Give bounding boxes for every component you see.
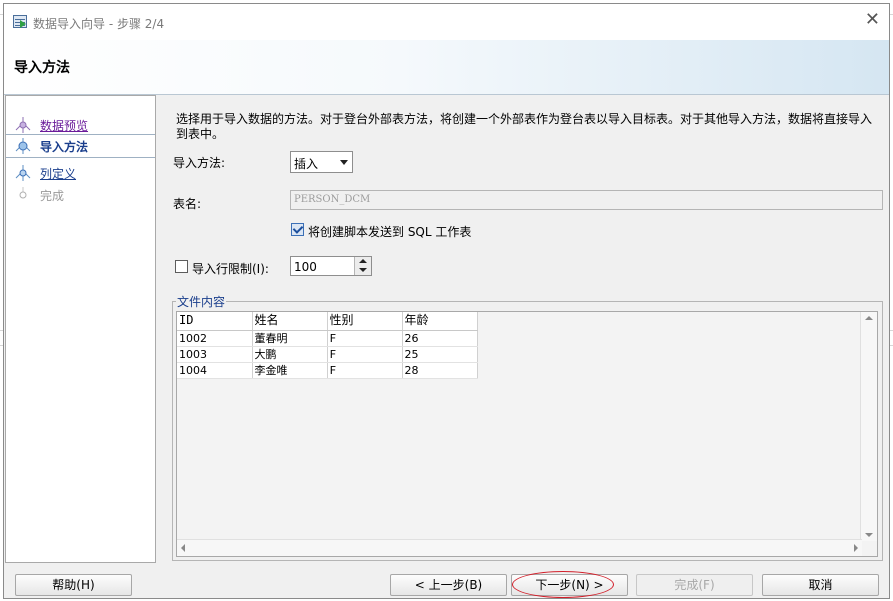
file-content-table[interactable]: ID 姓名 性别 年龄 1002 董春明 F 26 1003 大鹏 F 25 1… (176, 311, 878, 557)
table-cell: 26 (402, 330, 478, 347)
step-import-method[interactable]: 导入方法 (6, 134, 155, 158)
chevron-down-icon (340, 160, 348, 165)
cancel-button[interactable]: 取消 (762, 574, 879, 596)
step-node-icon (15, 165, 31, 181)
row-limit-checkbox[interactable] (175, 260, 188, 273)
column-header[interactable]: ID (177, 312, 253, 331)
finish-button: 完成(F) (636, 574, 753, 596)
row-limit-stepper[interactable]: 100 (290, 256, 372, 276)
file-content-title: 文件内容 (176, 293, 227, 310)
row-limit-label[interactable]: 导入行限制(I): (192, 260, 269, 277)
step-node-icon (15, 117, 31, 133)
table-cell: F (327, 346, 403, 363)
import-method-label: 导入方法: (173, 156, 226, 170)
title-bar: 数据导入向导 - 步骤 2/4 ✕ (4, 4, 889, 40)
table-cell: 25 (402, 346, 478, 363)
table-name-label: 表名: (173, 197, 202, 211)
send-script-checkbox[interactable] (291, 223, 304, 236)
table-row[interactable]: 1003 大鹏 F 25 (177, 346, 478, 363)
table-cell: 28 (402, 362, 478, 379)
column-header[interactable]: 姓名 (252, 312, 328, 331)
send-script-label[interactable]: 将创建脚本发送到 SQL 工作表 (308, 223, 471, 240)
window-title: 数据导入向导 - 步骤 2/4 (33, 17, 165, 31)
stepper-down-icon[interactable] (359, 268, 367, 272)
vertical-scrollbar[interactable] (860, 312, 877, 541)
column-header[interactable]: 性别 (327, 312, 403, 331)
table-cell: F (327, 330, 403, 347)
import-method-value: 插入 (294, 157, 319, 171)
step-disabled-icon (19, 187, 27, 199)
file-content-group: 文件内容 ID 姓名 性别 年龄 1002 董春明 F 26 1003 大鹏 F… (172, 293, 883, 561)
table-cell: 1003 (177, 346, 253, 363)
table-row[interactable]: 1004 李金唯 F 28 (177, 362, 478, 379)
table-name-field: PERSON_DCM (290, 190, 883, 210)
column-header[interactable]: 年龄 (402, 312, 478, 331)
step-column-definition[interactable]: 列定义 (6, 162, 155, 184)
previous-button[interactable]: < 上一步(B) (390, 574, 507, 596)
description-text: 选择用于导入数据的方法。对于登台外部表方法，将创建一个外部表作为登台表以导入目标… (176, 112, 873, 141)
import-method-select[interactable]: 插入 (290, 151, 353, 173)
stepper-buttons[interactable] (354, 257, 371, 275)
step-label[interactable]: 数据预览 (40, 117, 88, 134)
step-label[interactable]: 导入方法 (40, 138, 88, 155)
table-cell: 李金唯 (252, 362, 328, 379)
step-finish: 完成 (6, 184, 155, 206)
wizard-steps-sidebar: 数据预览 导入方法 列定义 完成 (5, 95, 156, 563)
table-cell: 大鹏 (252, 346, 328, 363)
page-title: 导入方法 (14, 60, 70, 76)
table-cell: 1004 (177, 362, 253, 379)
close-icon[interactable]: ✕ (865, 11, 880, 29)
scroll-right-icon[interactable] (854, 544, 858, 552)
scroll-left-icon[interactable] (181, 544, 185, 552)
table-header-row: ID 姓名 性别 年龄 (177, 312, 478, 331)
table-name-value: PERSON_DCM (294, 194, 371, 205)
import-wizard-icon (13, 15, 27, 28)
table-cell: 1002 (177, 330, 253, 347)
step-current-icon (15, 138, 31, 154)
step-label[interactable]: 列定义 (40, 165, 76, 182)
table-cell: 董春明 (252, 330, 328, 347)
scroll-down-icon[interactable] (865, 533, 873, 537)
import-wizard-dialog: 数据导入向导 - 步骤 2/4 ✕ 导入方法 数据预览 导入方法 列定义 完成 … (3, 3, 890, 599)
horizontal-scrollbar[interactable] (177, 539, 862, 556)
step-label: 完成 (40, 189, 65, 203)
page-header: 导入方法 (4, 40, 889, 95)
next-button[interactable]: 下一步(N) > (511, 574, 628, 596)
main-content: 选择用于导入数据的方法。对于登台外部表方法，将创建一个外部表作为登台表以导入目标… (161, 95, 886, 563)
row-limit-value[interactable]: 100 (294, 260, 317, 274)
table-row[interactable]: 1002 董春明 F 26 (177, 330, 478, 347)
table-cell: F (327, 362, 403, 379)
stepper-up-icon[interactable] (359, 259, 367, 263)
step-data-preview[interactable]: 数据预览 (6, 114, 155, 136)
scroll-up-icon[interactable] (865, 316, 873, 320)
help-button[interactable]: 帮助(H) (15, 574, 132, 596)
